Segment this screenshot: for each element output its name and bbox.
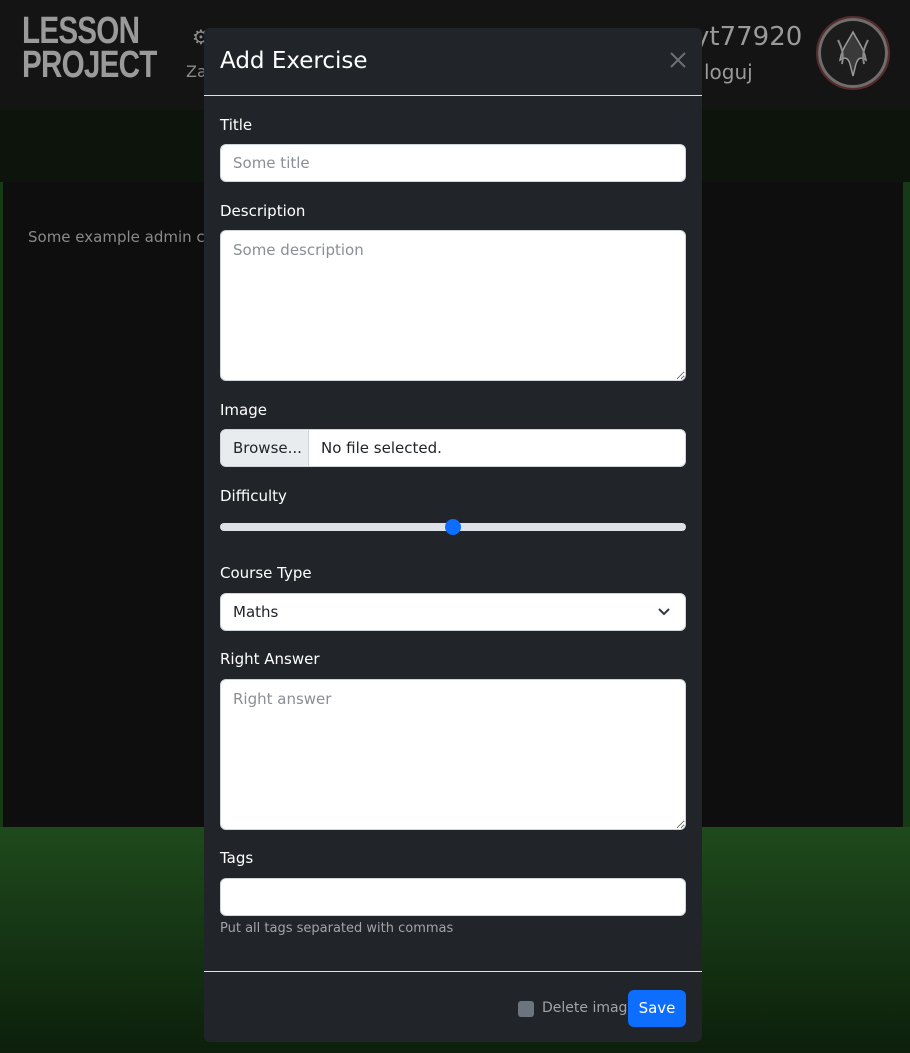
difficulty-label: Difficulty: [220, 487, 287, 505]
description-textarea[interactable]: [220, 230, 686, 381]
user-name: yt77920: [694, 22, 803, 52]
difficulty-slider[interactable]: [220, 519, 686, 535]
title-input[interactable]: [220, 144, 686, 182]
right-answer-textarea[interactable]: [220, 679, 686, 830]
close-button[interactable]: [666, 48, 690, 74]
browse-button[interactable]: Browse...: [221, 430, 309, 466]
avatar[interactable]: [816, 16, 890, 90]
course-type-selected: Maths: [233, 603, 279, 621]
right-answer-label: Right Answer: [220, 650, 320, 668]
logout-link[interactable]: loguj: [704, 60, 753, 84]
image-file-input[interactable]: Browse... No file selected.: [220, 429, 686, 467]
save-button[interactable]: Save: [628, 990, 686, 1027]
admin-content-text: Some example admin cont: [28, 228, 230, 246]
logo-line-1: LESSON: [22, 10, 140, 52]
modal-footer: Delete image Save: [204, 971, 702, 1042]
delete-image-label[interactable]: Delete image: [542, 1000, 636, 1016]
course-type-label: Course Type: [220, 564, 312, 582]
modal-header: Add Exercise: [204, 28, 702, 96]
tags-help-text: Put all tags separated with commas: [220, 921, 454, 936]
logo-line-2: PROJECT: [22, 44, 157, 86]
site-logo[interactable]: LESSON PROJECT: [22, 10, 157, 86]
add-exercise-modal: Add Exercise Title Description Image Bro…: [204, 28, 702, 1042]
course-type-select[interactable]: Maths: [220, 593, 686, 631]
description-label: Description: [220, 202, 306, 220]
tags-input[interactable]: [220, 878, 686, 916]
image-label: Image: [220, 401, 267, 419]
file-status-text: No file selected.: [321, 439, 442, 457]
tags-label: Tags: [220, 849, 254, 867]
close-icon: [670, 52, 686, 68]
chevron-down-icon: [658, 608, 670, 616]
title-label: Title: [220, 116, 253, 134]
avatar-emblem-icon: [837, 30, 869, 77]
side-strip-right: [903, 182, 910, 827]
difficulty-slider-thumb[interactable]: [445, 519, 461, 535]
modal-title: Add Exercise: [220, 48, 368, 74]
delete-image-checkbox[interactable]: [518, 1001, 534, 1017]
